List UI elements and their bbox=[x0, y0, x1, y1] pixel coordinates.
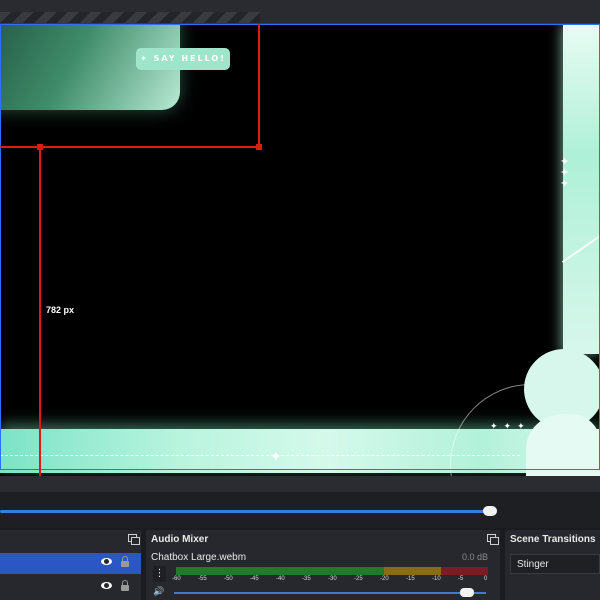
eye-icon[interactable] bbox=[101, 582, 112, 589]
sparkle-icon: ✦✦✦ bbox=[560, 155, 570, 190]
source-row[interactable] bbox=[0, 553, 141, 574]
media-controls-area bbox=[0, 476, 600, 528]
top-toolbar-strip bbox=[0, 0, 600, 24]
meter-tick-label: -35 bbox=[302, 576, 311, 582]
source-row[interactable] bbox=[0, 577, 141, 598]
eye-icon[interactable] bbox=[101, 558, 112, 565]
say-hello-overlay-button: ✦ SAY HELLO! bbox=[136, 48, 230, 70]
volume-slider-handle[interactable] bbox=[460, 588, 474, 597]
meter-yellow-zone bbox=[384, 567, 441, 575]
measurement-guide-line bbox=[39, 146, 41, 476]
meter-tick-label: -50 bbox=[224, 576, 233, 582]
volume-meter bbox=[176, 567, 488, 575]
dock-title: Audio Mixer bbox=[151, 534, 209, 545]
meter-tick-label: -60 bbox=[172, 576, 181, 582]
dashed-line-decoration bbox=[0, 455, 520, 456]
sources-dock bbox=[0, 530, 141, 600]
measurement-label: 782 px bbox=[46, 305, 75, 315]
meter-tick-label: -15 bbox=[406, 576, 415, 582]
dock-title: Scene Transitions bbox=[510, 534, 596, 545]
scene-transitions-dock: Scene Transitions Stinger bbox=[505, 530, 600, 600]
media-controls-bar bbox=[0, 476, 600, 492]
meter-tick-label: -45 bbox=[250, 576, 259, 582]
mixer-level-db: 0.0 dB bbox=[461, 552, 488, 562]
seek-bar-track[interactable] bbox=[0, 510, 491, 513]
scene-preview-canvas[interactable]: ✦ SAY HELLO! ✦ ✦ ✦ ✦ ✦✦✦ 782 px bbox=[0, 24, 600, 476]
meter-tick-label: -30 bbox=[328, 576, 337, 582]
audio-mixer-dock: Audio Mixer Chatbox Large.webm 0.0 dB ⋮ … bbox=[146, 530, 500, 600]
selection-guide-line bbox=[258, 24, 260, 148]
seek-bar-handle[interactable] bbox=[483, 506, 497, 516]
transform-handle[interactable] bbox=[37, 144, 43, 150]
light-streak bbox=[561, 226, 600, 264]
transform-handle[interactable] bbox=[256, 144, 262, 150]
meter-tick-label: -40 bbox=[276, 576, 285, 582]
dock-area: Audio Mixer Chatbox Large.webm 0.0 dB ⋮ … bbox=[0, 528, 600, 600]
meter-tick-label: -10 bbox=[432, 576, 441, 582]
meter-tick-label: -20 bbox=[380, 576, 389, 582]
meter-green-zone bbox=[176, 567, 384, 575]
meter-tick-label: -25 bbox=[354, 576, 363, 582]
overlay-blob bbox=[526, 414, 600, 476]
meter-red-zone bbox=[441, 567, 488, 575]
meter-tick-label: 0 bbox=[484, 576, 488, 582]
speaker-icon[interactable]: 🔊 bbox=[153, 587, 165, 597]
sparkle-icon: ✦ bbox=[270, 449, 282, 465]
float-dock-icon[interactable] bbox=[128, 534, 140, 545]
meter-ticks: -60 -55 -50 -45 -40 -35 -30 -25 -20 -15 -10 -5 0 bbox=[172, 576, 492, 586]
transition-select[interactable]: Stinger bbox=[510, 554, 600, 574]
lock-icon[interactable] bbox=[121, 580, 129, 591]
kebab-menu-icon[interactable]: ⋮ bbox=[153, 566, 166, 582]
meter-tick-label: -5 bbox=[458, 576, 464, 582]
lock-icon[interactable] bbox=[121, 556, 129, 567]
volume-slider-track[interactable] bbox=[174, 592, 486, 594]
float-dock-icon[interactable] bbox=[487, 534, 499, 545]
meter-tick-label: -55 bbox=[198, 576, 207, 582]
mixer-source-name: Chatbox Large.webm bbox=[151, 552, 247, 563]
